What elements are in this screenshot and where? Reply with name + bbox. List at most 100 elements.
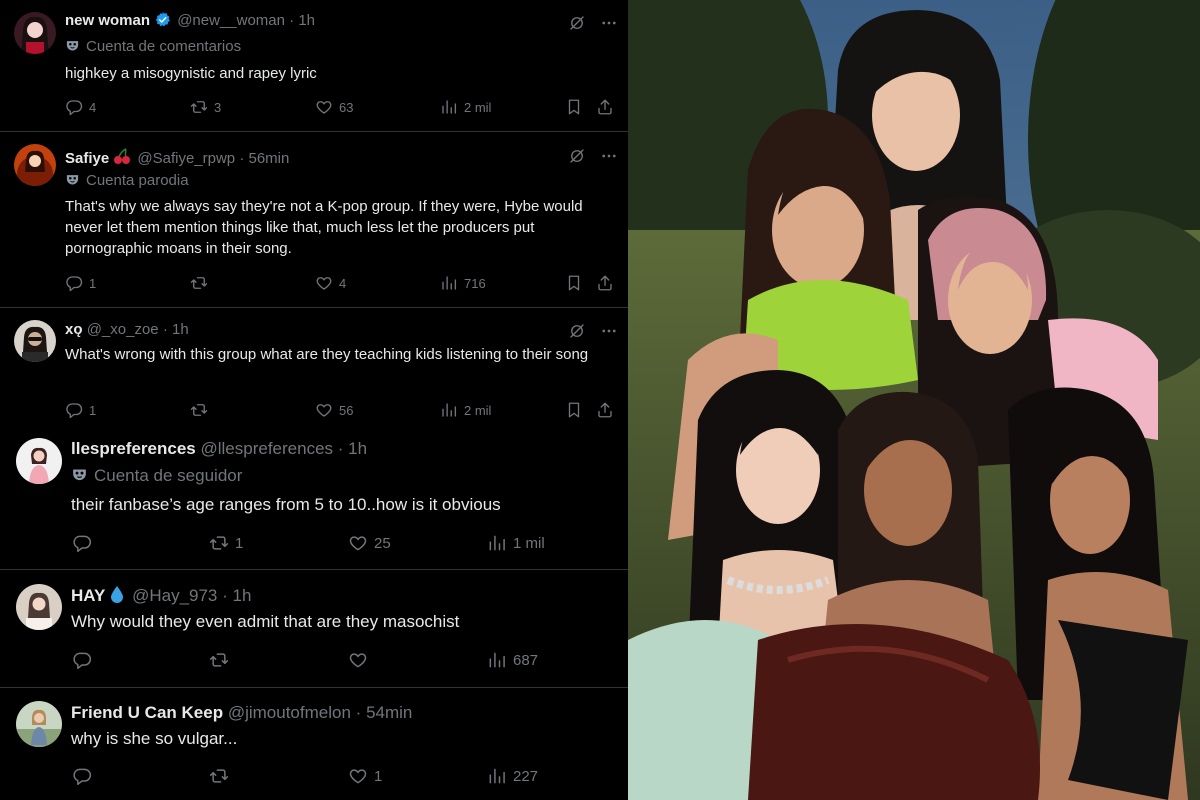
views-button[interactable]: 2 mil [440, 401, 491, 419]
avatar[interactable] [14, 12, 56, 54]
bookmark-button[interactable] [565, 98, 583, 116]
verified-badge-icon [154, 11, 171, 28]
reply-button[interactable]: 1 [65, 401, 96, 419]
reply-button[interactable] [72, 650, 98, 670]
views-icon [440, 401, 458, 419]
tweet-xo-zoe[interactable]: xǫ @_xo_zoe · 1h What's wrong with this … [0, 308, 628, 432]
account-label-text: Cuenta de comentarios [86, 38, 242, 55]
bookmark-icon [565, 401, 583, 419]
avatar[interactable] [14, 144, 56, 186]
retweet-button[interactable] [190, 274, 214, 292]
author-handle[interactable]: @_xo_zoe [87, 321, 159, 338]
share-button[interactable] [596, 401, 614, 419]
avatar[interactable] [16, 701, 62, 747]
bookmark-icon [565, 274, 583, 292]
more-icon[interactable] [600, 322, 618, 340]
views-button[interactable]: 716 [440, 274, 486, 292]
share-button[interactable] [596, 274, 614, 292]
grok-icon[interactable] [568, 322, 586, 340]
share-icon [596, 274, 614, 292]
view-count: 1 mil [513, 534, 545, 552]
author-name[interactable]: llespreferences [71, 439, 196, 458]
reply-button[interactable] [72, 533, 98, 553]
timestamp[interactable]: 1h [172, 321, 189, 338]
retweet-count: 1 [235, 534, 244, 552]
bookmark-button[interactable] [565, 274, 583, 292]
views-button[interactable]: 1 mil [487, 533, 545, 553]
author-name[interactable]: HAY [71, 586, 105, 605]
retweet-icon [209, 766, 229, 786]
retweet-button[interactable]: 3 [190, 98, 221, 116]
author-name[interactable]: new woman [65, 12, 150, 29]
account-label: Cuenta parodia [65, 171, 189, 191]
grok-icon[interactable] [568, 14, 586, 32]
tweet-llespreferences[interactable]: llespreferences @llespreferences · 1h Cu… [0, 432, 628, 570]
retweet-icon [190, 274, 208, 292]
views-icon [487, 766, 507, 786]
tweet-text: Why would they even admit that are they … [71, 612, 460, 631]
timestamp[interactable]: 1h [348, 439, 367, 458]
share-button[interactable] [596, 98, 614, 116]
view-count: 2 mil [464, 99, 492, 115]
account-label: Cuenta de comentarios [65, 37, 241, 57]
like-count: 4 [339, 275, 347, 291]
author-handle[interactable]: @llespreferences [200, 439, 333, 458]
reply-button[interactable]: 1 [65, 274, 96, 292]
reply-icon [72, 533, 92, 553]
like-button[interactable] [348, 650, 374, 670]
retweet-button[interactable] [209, 650, 235, 670]
author-name[interactable]: Friend U Can Keep [71, 703, 223, 722]
views-button[interactable]: 687 [487, 650, 538, 670]
tweet-new-woman[interactable]: new woman @new__woman · 1h Cuenta de com… [0, 0, 628, 132]
grok-icon[interactable] [568, 147, 586, 165]
views-icon [487, 533, 507, 553]
views-button[interactable]: 227 [487, 766, 538, 786]
author-handle[interactable]: @Safiye_rpwp [137, 150, 235, 167]
retweet-icon [209, 650, 229, 670]
bookmark-button[interactable] [565, 401, 583, 419]
reply-button[interactable]: 4 [65, 98, 96, 116]
group-photo [628, 0, 1200, 800]
more-icon[interactable] [600, 147, 618, 165]
like-button[interactable]: 63 [315, 98, 353, 116]
view-count: 716 [464, 275, 486, 291]
timestamp[interactable]: 1h [298, 12, 315, 29]
retweet-button[interactable] [190, 401, 214, 419]
like-icon [315, 98, 333, 116]
avatar[interactable] [14, 320, 56, 362]
tweet-safiye[interactable]: Safiye @Safiye_rpwp · 56min Cuenta parod… [0, 132, 628, 308]
separator: · [162, 321, 168, 338]
retweet-button[interactable]: 1 [209, 533, 243, 553]
timestamp[interactable]: 54min [366, 703, 412, 722]
views-button[interactable]: 2 mil [440, 98, 491, 116]
like-button[interactable]: 56 [315, 401, 353, 419]
reply-button[interactable] [72, 766, 98, 786]
avatar[interactable] [16, 584, 62, 630]
more-icon[interactable] [600, 14, 618, 32]
tweet-text: That's why we always say they're not a K… [65, 198, 583, 257]
author-name[interactable]: xǫ [65, 321, 83, 338]
retweet-icon [190, 401, 208, 419]
account-label-text: Cuenta de seguidor [94, 466, 243, 485]
retweet-icon [209, 533, 229, 553]
avatar[interactable] [16, 438, 62, 484]
like-count: 56 [339, 402, 354, 418]
author-handle[interactable]: @new__woman [177, 12, 285, 29]
like-button[interactable]: 25 [348, 533, 391, 553]
reply-count: 4 [89, 99, 97, 115]
reply-icon [65, 274, 83, 292]
timestamp[interactable]: 56min [249, 150, 290, 167]
like-button[interactable]: 1 [348, 766, 382, 786]
separator: · [239, 150, 245, 167]
views-icon [487, 650, 507, 670]
author-name[interactable]: Safiye [65, 150, 109, 167]
like-count: 1 [374, 767, 383, 785]
views-icon [440, 98, 458, 116]
author-handle[interactable]: @jimoutofmelon [228, 703, 351, 722]
like-button[interactable]: 4 [315, 274, 346, 292]
tweet-friend-u-can-keep[interactable]: Friend U Can Keep @jimoutofmelon · 54min… [0, 688, 628, 800]
timestamp[interactable]: 1h [233, 586, 252, 605]
author-handle[interactable]: @Hay_973 [132, 586, 217, 605]
retweet-button[interactable] [209, 766, 235, 786]
tweet-hay[interactable]: HAY @Hay_973 · 1h Why would they even ad… [0, 570, 628, 688]
